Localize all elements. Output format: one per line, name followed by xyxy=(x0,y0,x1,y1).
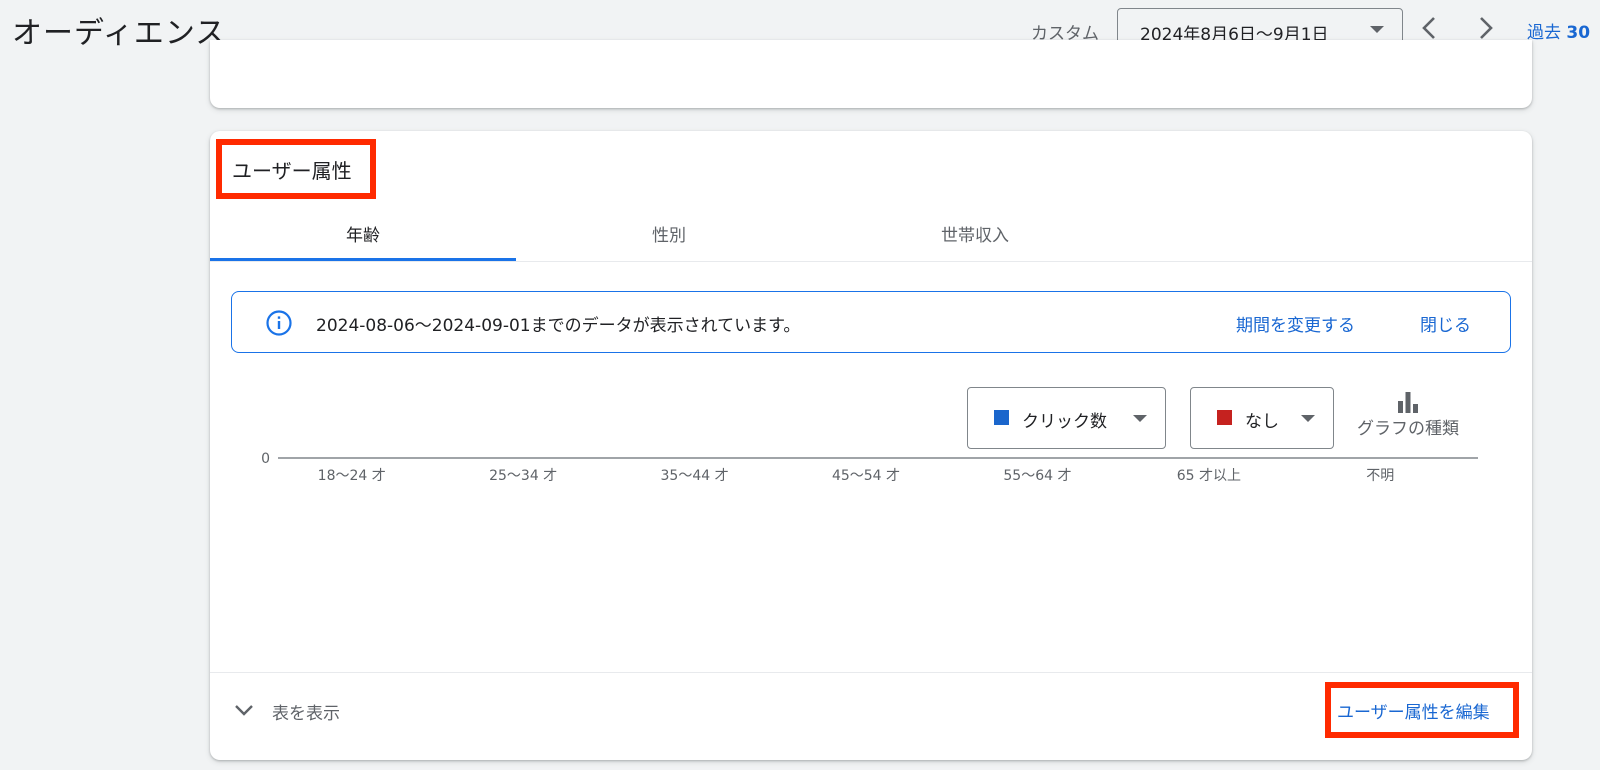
tab-household-income[interactable]: 世帯収入 xyxy=(822,211,1128,261)
bar-chart-icon xyxy=(1398,392,1418,413)
past-days-link[interactable]: 過去 30 xyxy=(1527,18,1590,43)
chevron-down-icon xyxy=(235,705,253,716)
page-title: オーディエンス xyxy=(12,16,227,51)
x-tick-label: 65 才以上 xyxy=(1177,468,1241,484)
secondary-metric-label: なし xyxy=(1245,412,1279,432)
x-tick-label: 45〜54 才 xyxy=(832,468,900,484)
show-table-label: 表を表示 xyxy=(272,704,340,724)
tab-age[interactable]: 年齢 xyxy=(210,211,516,261)
past-days-value: 30 xyxy=(1566,23,1591,43)
x-tick-label: 18〜24 才 xyxy=(318,468,386,484)
age-chart: 01218〜24 才25〜34 才35〜44 才45〜54 才55〜64 才65… xyxy=(210,431,1532,671)
highlight-box-title xyxy=(216,139,376,199)
primary-metric-swatch xyxy=(994,410,1009,425)
past-days-prefix: 過去 xyxy=(1527,23,1561,43)
age-bar-chart: 01218〜24 才25〜34 才35〜44 才45〜54 才55〜64 才65… xyxy=(261,451,1478,484)
active-tab-indicator xyxy=(210,258,516,261)
previous-card xyxy=(210,40,1532,108)
dropdown-caret-icon xyxy=(1370,26,1384,33)
x-tick-label: 55〜64 才 xyxy=(1003,468,1071,484)
primary-metric-label: クリック数 xyxy=(1022,412,1107,432)
x-tick-label: 25〜34 才 xyxy=(489,468,557,484)
info-message: 2024-08-06〜2024-09-01までのデータが表示されています。 xyxy=(316,316,801,336)
demographic-tabs: 年齢 性別 世帯収入 xyxy=(210,211,1532,262)
x-tick-label: 不明 xyxy=(1366,468,1394,484)
demographics-card: ユーザー属性 年齢 性別 世帯収入 2024-08-06〜2024-09-01ま… xyxy=(210,131,1532,760)
info-icon xyxy=(266,310,292,336)
dropdown-caret-icon xyxy=(1133,415,1147,422)
tab-gender[interactable]: 性別 xyxy=(516,211,822,261)
change-period-link[interactable]: 期間を変更する xyxy=(1236,311,1355,336)
x-tick-label: 35〜44 才 xyxy=(661,468,729,484)
secondary-metric-swatch xyxy=(1217,410,1232,425)
footer-divider xyxy=(210,672,1532,673)
close-banner-link[interactable]: 閉じる xyxy=(1420,311,1471,336)
highlight-box-edit xyxy=(1325,682,1519,738)
info-banner: 2024-08-06〜2024-09-01までのデータが表示されています。 期間… xyxy=(231,291,1511,353)
y-tick-label: 0 xyxy=(261,451,270,467)
dropdown-caret-icon xyxy=(1301,415,1315,422)
